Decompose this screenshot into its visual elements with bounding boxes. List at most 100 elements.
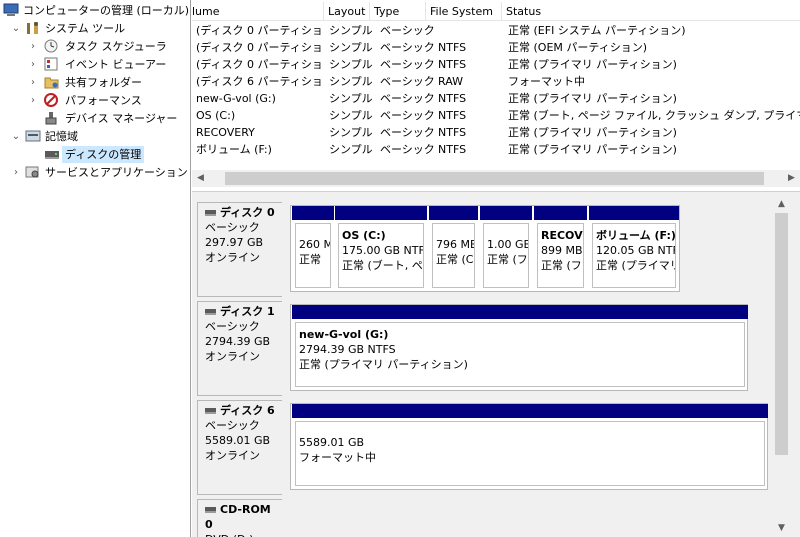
- partition-block[interactable]: 5589.01 GB フォーマット中: [292, 404, 768, 489]
- table-row[interactable]: (ディスク 0 パーティション 4) シンプルベーシックNTFS 正常 (OEM パ…: [192, 39, 800, 56]
- cell-type: ベーシック: [380, 109, 435, 122]
- horizontal-scroll-thumb[interactable]: [225, 172, 764, 185]
- table-row[interactable]: OS (C:) シンプル ベーシック NTFS 正常 (ブート, ページ ファイル, ク…: [192, 107, 800, 124]
- disk-info[interactable]: ディスク 1 ベーシック 2794.39 GB オンライン: [197, 301, 282, 396]
- cell-layout: シンプル: [329, 109, 373, 122]
- cell-status: 正常 (OEM パーティション): [508, 41, 648, 54]
- tree-item-services-apps[interactable]: › サービスとアプリケーション: [0, 164, 190, 181]
- table-row[interactable]: new-G-vol (G:) シンプル ベーシック NTFS 正常 (プライマリ パーテ…: [192, 90, 800, 107]
- disk-partition-area: 260 M 正常 OS (C:) 175.00 GB NTFS 正常 (ブート, ペ 79…: [290, 205, 680, 292]
- partition-details: 1.00 GB 正常 (フ: [483, 223, 529, 288]
- partition-details: RECOV 899 MB 正常 (フ: [537, 223, 584, 288]
- partition-bar: [335, 206, 427, 220]
- cell-layout: シンプル: [329, 58, 373, 71]
- disk-icon: [205, 507, 216, 513]
- scroll-left-icon[interactable]: ◀: [192, 170, 209, 187]
- chevron-right-icon[interactable]: ›: [28, 92, 38, 109]
- partition-title: OS (C:): [342, 229, 386, 242]
- tree-item-system-tools[interactable]: ⌄ システム ツール: [0, 20, 190, 37]
- disk-state: オンライン: [205, 449, 260, 462]
- partition-bar: [292, 206, 334, 220]
- tools-icon: [25, 21, 41, 35]
- tree-item-event-viewer[interactable]: › イベント ビューアー: [0, 56, 190, 73]
- column-header-status[interactable]: Status: [502, 2, 800, 21]
- partition-size: 2794.39 GB NTFS: [299, 343, 396, 356]
- column-header-file-system[interactable]: File System: [426, 2, 502, 21]
- partition-block[interactable]: 1.00 GB 正常 (フ: [480, 206, 532, 291]
- partition-size: 175.00 GB NTFS: [342, 244, 424, 257]
- scroll-up-icon[interactable]: ▲: [773, 196, 790, 213]
- partition-block[interactable]: new-G-vol (G:) 2794.39 GB NTFS 正常 (プライマリ パ…: [292, 305, 748, 390]
- partition-title: ボリューム (F:): [596, 229, 676, 242]
- cell-volume: new-G-vol (G:): [196, 92, 276, 105]
- cell-type: ベーシック: [380, 126, 435, 139]
- vertical-scroll-thumb[interactable]: [775, 213, 788, 455]
- partition-details: 260 M 正常: [295, 223, 331, 288]
- partition-details: new-G-vol (G:) 2794.39 GB NTFS 正常 (プライマリ パ…: [295, 322, 745, 387]
- chevron-right-icon[interactable]: ›: [28, 38, 38, 55]
- table-row[interactable]: ボリューム (F:) シンプル ベーシック NTFS 正常 (プライマリ パーティション…: [192, 141, 800, 158]
- partition-block[interactable]: OS (C:) 175.00 GB NTFS 正常 (ブート, ペ: [335, 206, 427, 291]
- chevron-right-icon[interactable]: ›: [28, 74, 38, 91]
- tree-item-shared-folders[interactable]: › 共有フォルダー: [0, 74, 190, 91]
- cell-layout: シンプル: [329, 24, 373, 37]
- table-row[interactable]: (ディスク 6 パーティション 2) シンプルベーシックRAW フォーマット中: [192, 73, 800, 90]
- partition-block[interactable]: 796 MB 正常 (C: [429, 206, 478, 291]
- tree-item-performance[interactable]: › パフォーマンス: [0, 92, 190, 109]
- navigation-tree: コンピューターの管理 (ローカル) ⌄ システム ツール › タスク スケジュー…: [0, 0, 191, 537]
- cell-volume: (ディスク 0 パーティション 4): [196, 41, 324, 54]
- scroll-right-icon[interactable]: ▶: [783, 170, 800, 187]
- partition-details: 796 MB 正常 (C: [432, 223, 475, 288]
- tree-item-device-manager[interactable]: デバイス マネージャー: [0, 110, 190, 127]
- partition-size: 5589.01 GB: [299, 436, 365, 449]
- tree-item-task-scheduler[interactable]: › タスク スケジューラ: [0, 38, 190, 55]
- disk-kind: ベーシック: [205, 221, 260, 234]
- partition-status: 正常 (ブート, ペ: [342, 259, 423, 272]
- scroll-down-icon[interactable]: ▼: [773, 520, 790, 537]
- chevron-down-icon[interactable]: ⌄: [11, 128, 21, 145]
- partition-size: 1.00 GB: [487, 238, 529, 251]
- tree-item-storage[interactable]: ⌄ 記憶域: [0, 128, 190, 145]
- cell-status: 正常 (EFI システム パーティション): [508, 24, 686, 37]
- tree-item-root[interactable]: コンピューターの管理 (ローカル): [0, 2, 190, 19]
- cell-status: 正常 (ブート, ページ ファイル, クラッシュ ダンプ, プライマリ パーテ: [508, 109, 800, 122]
- horizontal-scrollbar[interactable]: ◀ ▶: [192, 170, 800, 187]
- disk-info[interactable]: CD-ROM 0DVD (D:): [197, 499, 282, 537]
- table-row[interactable]: (ディスク 0 パーティション 5) シンプルベーシックNTFS 正常 (プライマリ…: [192, 56, 800, 73]
- cell-volume: (ディスク 0 パーティション 5): [196, 58, 324, 71]
- chevron-right-icon[interactable]: ›: [11, 164, 21, 181]
- disk-info[interactable]: ディスク 0 ベーシック 297.97 GB オンライン: [197, 202, 282, 297]
- disk-icon: [205, 210, 216, 216]
- cell-status: 正常 (プライマリ パーティション): [508, 58, 677, 71]
- partition-bar: [480, 206, 532, 220]
- disk-partition-area: 5589.01 GB フォーマット中: [290, 403, 768, 490]
- chevron-right-icon[interactable]: ›: [28, 56, 38, 73]
- disk-info[interactable]: ディスク 6 ベーシック 5589.01 GB オンライン: [197, 400, 282, 495]
- chevron-down-icon[interactable]: ⌄: [11, 20, 21, 37]
- device-manager-icon: [44, 111, 60, 125]
- disk-state: オンライン: [205, 251, 260, 264]
- disk-size: 297.97 GB: [205, 236, 264, 249]
- table-row[interactable]: RECOVERY シンプル ベーシック NTFS 正常 (プライマリ パーティション): [192, 124, 800, 141]
- list-header: lume Layout Type File System Status: [192, 2, 800, 21]
- partition-block[interactable]: ボリューム (F:) 120.05 GB NTFS 正常 (プライマリ: [589, 206, 679, 291]
- tree-item-disk-management[interactable]: ディスクの管理: [0, 146, 190, 163]
- partition-size: 796 MB: [436, 238, 475, 251]
- table-row[interactable]: (ディスク 0 パーティション 2) シンプルベーシック 正常 (EFI システム …: [192, 22, 800, 39]
- column-header-type[interactable]: Type: [370, 2, 426, 21]
- disk-name: ディスク 0: [220, 206, 275, 219]
- partition-bar: [429, 206, 478, 220]
- partition-block[interactable]: 260 M 正常: [292, 206, 334, 291]
- cell-status: 正常 (プライマリ パーティション): [508, 126, 677, 139]
- column-header-layout[interactable]: Layout: [324, 2, 370, 21]
- vertical-scrollbar[interactable]: ▲ ▼: [773, 196, 790, 537]
- partition-size: 899 MB: [541, 244, 583, 257]
- partition-status: 正常 (C: [436, 253, 474, 266]
- partition-block[interactable]: RECOV 899 MB 正常 (フ: [534, 206, 587, 291]
- cell-type: ベーシック: [380, 75, 435, 88]
- cell-type: ベーシック: [380, 41, 435, 54]
- cell-status: フォーマット中: [508, 75, 585, 88]
- column-header-volume[interactable]: lume: [192, 2, 324, 21]
- cell-volume: OS (C:): [196, 109, 236, 122]
- shared-folder-icon: [44, 75, 60, 89]
